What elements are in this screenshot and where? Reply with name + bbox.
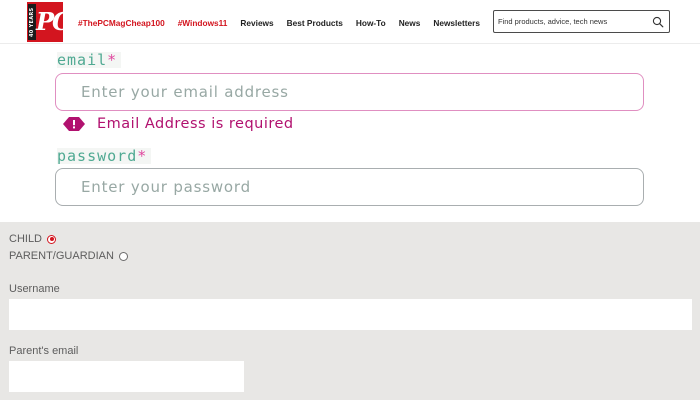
role-option-child[interactable]: CHILD	[9, 232, 57, 246]
child-radio[interactable]	[47, 234, 57, 244]
nav-item-cheap100[interactable]: #ThePCMagCheap100	[78, 16, 165, 30]
role-option-label: PARENT/GUARDIAN	[9, 250, 114, 262]
search-input[interactable]	[498, 13, 648, 30]
email-error: Email Address is required	[62, 116, 294, 132]
email-required-mark: *	[107, 51, 118, 69]
email-input[interactable]	[56, 74, 643, 110]
role-option-parent[interactable]: PARENT/GUARDIAN	[9, 249, 128, 263]
password-label-text: password	[57, 147, 138, 165]
logo-anniversary-text: 40 YEARS	[28, 4, 36, 40]
parent-email-field	[9, 361, 244, 392]
email-field	[55, 73, 644, 111]
site-search	[493, 10, 670, 33]
username-field	[9, 299, 692, 330]
password-input[interactable]	[56, 169, 643, 205]
password-required-mark: *	[137, 147, 148, 165]
nav-item-news[interactable]: News	[399, 16, 421, 30]
pcmag-logo[interactable]: 40 YEARS PC	[27, 2, 71, 42]
parent-email-input[interactable]	[9, 361, 244, 392]
alert-icon	[63, 117, 85, 131]
nav-item-how-to[interactable]: How-To	[356, 16, 386, 30]
search-icon[interactable]	[652, 16, 664, 28]
nav-item-newsletters[interactable]: Newsletters	[433, 16, 480, 30]
login-form: email* Email Address is required passwor…	[0, 44, 700, 222]
nav-item-best-products[interactable]: Best Products	[287, 16, 343, 30]
role-option-label: CHILD	[9, 233, 43, 245]
nav-item-reviews[interactable]: Reviews	[240, 16, 273, 30]
password-field	[55, 168, 644, 206]
logo-text: PC	[36, 7, 71, 36]
nav-item-windows11[interactable]: #Windows11	[178, 16, 228, 30]
main-nav: #ThePCMagCheap100 #Windows11 Reviews Bes…	[78, 16, 493, 30]
email-label: email*	[57, 51, 122, 69]
email-label-text: email	[57, 51, 108, 69]
username-input[interactable]	[9, 299, 692, 330]
registration-form: CHILD PARENT/GUARDIAN Username Parent's …	[0, 222, 700, 400]
parent-guardian-radio[interactable]	[118, 251, 128, 261]
site-header: 40 YEARS PC #ThePCMagCheap100 #Windows11…	[0, 0, 700, 44]
email-error-text: Email Address is required	[97, 116, 294, 132]
password-label: password*	[57, 147, 152, 165]
parent-email-label: Parent's email	[9, 345, 79, 357]
username-label: Username	[9, 283, 60, 295]
